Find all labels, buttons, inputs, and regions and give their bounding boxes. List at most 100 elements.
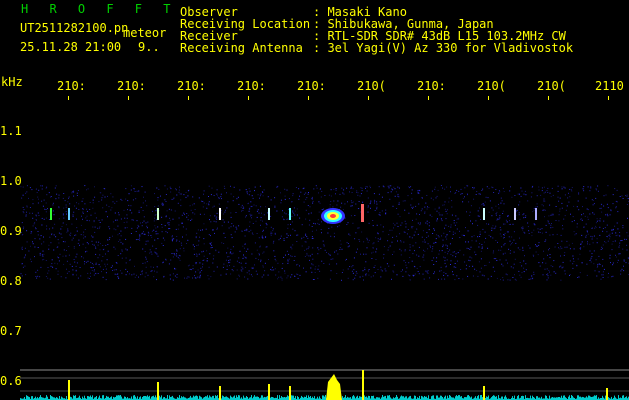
noise-pixel — [445, 210, 447, 212]
noise-pixel — [154, 251, 156, 253]
spectrum-bin — [431, 396, 432, 400]
noise-pixel — [621, 268, 623, 270]
noise-pixel — [489, 200, 491, 202]
noise-pixel — [599, 207, 601, 209]
noise-pixel — [460, 269, 462, 270]
noise-pixel — [35, 227, 36, 229]
noise-pixel — [307, 248, 309, 250]
noise-pixel — [172, 279, 174, 281]
noise-pixel — [341, 202, 343, 204]
noise-pixel — [606, 224, 608, 226]
noise-pixel — [82, 208, 84, 210]
noise-pixel — [501, 200, 503, 202]
noise-pixel — [374, 202, 375, 204]
noise-pixel — [484, 201, 486, 203]
noise-pixel — [141, 271, 143, 273]
noise-pixel — [622, 248, 624, 250]
noise-pixel — [21, 248, 23, 250]
noise-pixel — [41, 188, 43, 190]
noise-pixel — [143, 231, 144, 233]
noise-pixel — [90, 214, 92, 216]
noise-pixel — [500, 235, 502, 237]
noise-pixel — [585, 234, 587, 236]
noise-pixel — [107, 216, 108, 218]
noise-pixel — [427, 270, 429, 272]
noise-pixel — [250, 206, 252, 208]
noise-pixel — [331, 226, 333, 228]
noise-pixel — [123, 209, 125, 211]
noise-pixel — [471, 236, 473, 238]
noise-pixel — [45, 217, 47, 219]
noise-pixel — [92, 243, 94, 245]
noise-pixel — [229, 265, 230, 266]
noise-pixel — [492, 209, 494, 211]
noise-pixel — [532, 211, 534, 213]
noise-pixel — [273, 269, 275, 271]
noise-pixel — [335, 189, 337, 191]
noise-pixel — [129, 259, 131, 261]
noise-pixel — [385, 213, 387, 215]
noise-pixel — [227, 221, 229, 223]
noise-pixel — [407, 229, 409, 230]
noise-pixel — [179, 248, 181, 250]
noise-pixel — [270, 269, 272, 271]
noise-pixel — [287, 275, 289, 277]
noise-pixel — [173, 253, 175, 254]
noise-pixel — [567, 197, 569, 199]
noise-pixel — [35, 188, 37, 190]
noise-pixel — [379, 212, 381, 214]
noise-pixel — [404, 209, 406, 211]
noise-pixel — [82, 198, 84, 200]
noise-pixel — [467, 194, 468, 196]
spectrum-bin — [206, 396, 207, 400]
noise-pixel — [236, 228, 238, 230]
noise-pixel — [537, 228, 539, 230]
noise-pixel — [32, 241, 33, 243]
noise-pixel — [618, 253, 620, 255]
noise-pixel — [263, 229, 264, 231]
noise-pixel — [251, 232, 253, 234]
spectrum-bin — [494, 395, 495, 400]
noise-pixel — [152, 210, 153, 212]
spectrum-bin — [571, 395, 572, 400]
noise-pixel — [212, 206, 214, 208]
noise-pixel — [355, 203, 357, 205]
noise-pixel — [252, 233, 254, 235]
noise-pixel — [550, 274, 552, 276]
noise-pixel — [583, 213, 584, 215]
noise-pixel — [209, 253, 211, 255]
noise-pixel — [550, 227, 552, 229]
noise-pixel — [453, 220, 455, 221]
noise-pixel — [292, 244, 294, 246]
noise-pixel — [559, 265, 561, 267]
noise-pixel — [310, 267, 312, 269]
noise-pixel — [566, 205, 568, 207]
noise-pixel — [168, 228, 170, 230]
noise-pixel — [475, 194, 477, 195]
noise-pixel — [351, 192, 353, 193]
noise-pixel — [162, 237, 164, 239]
noise-pixel — [37, 212, 39, 214]
noise-pixel — [156, 271, 158, 273]
noise-pixel — [83, 257, 84, 259]
noise-pixel — [311, 263, 313, 265]
noise-pixel — [329, 204, 331, 206]
noise-pixel — [305, 233, 307, 235]
noise-pixel — [176, 194, 178, 196]
spectrum-bin — [360, 396, 361, 400]
noise-pixel — [572, 263, 574, 265]
noise-pixel — [249, 213, 251, 215]
spectrum-peak — [68, 380, 70, 400]
spectrum-bin — [106, 395, 107, 400]
noise-pixel — [591, 253, 593, 255]
noise-pixel — [380, 237, 382, 239]
noise-pixel — [387, 192, 389, 194]
noise-pixel — [143, 220, 145, 222]
noise-pixel — [584, 215, 586, 217]
noise-pixel — [215, 217, 217, 219]
noise-pixel — [29, 212, 31, 214]
noise-pixel — [208, 201, 210, 203]
noise-pixel — [547, 254, 548, 256]
noise-pixel — [132, 199, 134, 201]
noise-pixel — [274, 205, 276, 207]
